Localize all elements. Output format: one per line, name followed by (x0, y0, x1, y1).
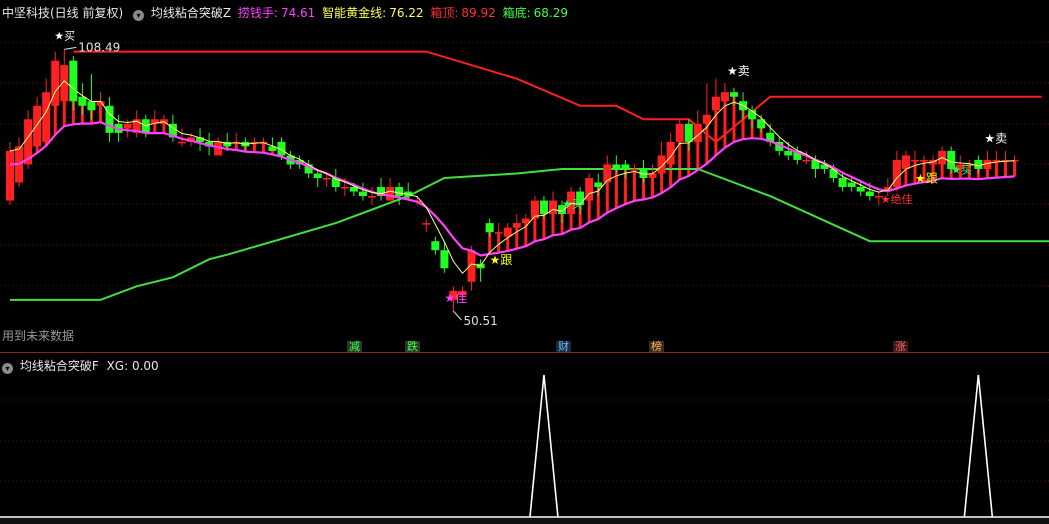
candle-body (485, 223, 494, 233)
candle-body (6, 150, 14, 201)
candle-body (431, 241, 440, 251)
subchart-settings-icon[interactable]: ▾ (2, 363, 13, 374)
candle-body (748, 110, 757, 120)
high-price-pointer (64, 46, 77, 50)
pane-divider[interactable] (0, 352, 1049, 353)
candle-body (78, 96, 87, 106)
candle-body (920, 159, 929, 162)
candle-body (368, 196, 376, 198)
candle-body (539, 200, 548, 215)
candle-body (630, 168, 639, 171)
candle-body (340, 187, 349, 189)
xg-spike (529, 374, 559, 518)
subchart-header: ▾ 均线粘合突破F XG: 0.00 (2, 357, 159, 374)
candle-body (974, 159, 983, 169)
candle-body (177, 141, 186, 144)
candle-body (322, 178, 331, 180)
box-top-line (73, 50, 1042, 144)
candle-body (123, 123, 132, 129)
candle-body (911, 159, 919, 162)
candle-body (358, 191, 367, 197)
candle-body (612, 164, 621, 169)
candle-body (730, 92, 738, 97)
best-signal: ★佳 (444, 291, 467, 305)
xg-spike (963, 374, 994, 518)
follow-signal: ★跟 (915, 172, 938, 186)
candle-body (992, 159, 1001, 162)
candle-body (69, 60, 78, 102)
annotations: 108.49 50.51 ★买 ★卖 ★卖 ★跟 ★跟 ★买 ★买 ★佳 ★绝佳 (54, 29, 1007, 328)
buy-signal: ★买 (951, 163, 972, 176)
future-data-note: 用到未来数据 (2, 329, 75, 343)
candle-body (87, 101, 96, 111)
subchart-title[interactable]: 均线粘合突破F (20, 359, 99, 373)
candle-body (349, 187, 358, 192)
candle-body (865, 191, 874, 197)
candle-body (386, 187, 395, 201)
candles (6, 49, 1019, 312)
sell-signal: ★卖 (727, 64, 750, 78)
candle-body (675, 123, 684, 142)
candlestick-chart[interactable]: 108.49 50.51 ★买 ★卖 ★卖 ★跟 ★跟 ★买 ★买 ★佳 ★绝佳 (0, 0, 1049, 524)
candle-body (51, 60, 60, 106)
candle-body (720, 92, 729, 102)
candle-body (440, 250, 449, 269)
buy-signal: ★买 (562, 197, 583, 210)
candle-body (494, 232, 503, 234)
candle-body (892, 159, 901, 188)
follow-signal: ★跟 (490, 253, 513, 267)
candle-body (711, 96, 720, 111)
candle-body (313, 173, 322, 178)
xg-value: 0.00 (131, 359, 159, 373)
candle-body (512, 223, 521, 228)
low-price-label: 50.51 (463, 314, 497, 328)
candle-body (838, 178, 847, 188)
candle-body (621, 164, 630, 169)
grid-lines (0, 41, 1049, 482)
candle-body (467, 250, 476, 282)
candle-body (33, 105, 42, 147)
sell-signal: ★卖 (984, 131, 1007, 145)
candle-body (603, 164, 612, 183)
candle-body (684, 123, 693, 142)
signal-subchart (0, 374, 1049, 518)
candle-body (549, 200, 557, 215)
xg-label: XG: (106, 359, 129, 373)
candle-body (657, 155, 666, 174)
high-price-label: 108.49 (78, 40, 120, 54)
candle-body (802, 159, 811, 162)
candle-body (856, 187, 865, 192)
candle-body (42, 92, 51, 142)
buy-signal-top: ★买 (54, 29, 75, 42)
candle-body (422, 223, 431, 225)
candle-body (594, 182, 603, 188)
band-fill (8, 60, 1017, 254)
ma-line (9, 80, 1015, 275)
candle-body (395, 187, 404, 197)
candle-body (702, 114, 711, 124)
low-price-pointer (453, 310, 462, 321)
candle-body (901, 155, 910, 169)
candle-body (521, 218, 530, 224)
best-signal: ★绝佳 (881, 192, 913, 206)
overlay-lines (9, 80, 1015, 275)
bottom-status-strip (0, 518, 1049, 524)
candle-body (847, 182, 856, 188)
candle-body (784, 150, 793, 156)
